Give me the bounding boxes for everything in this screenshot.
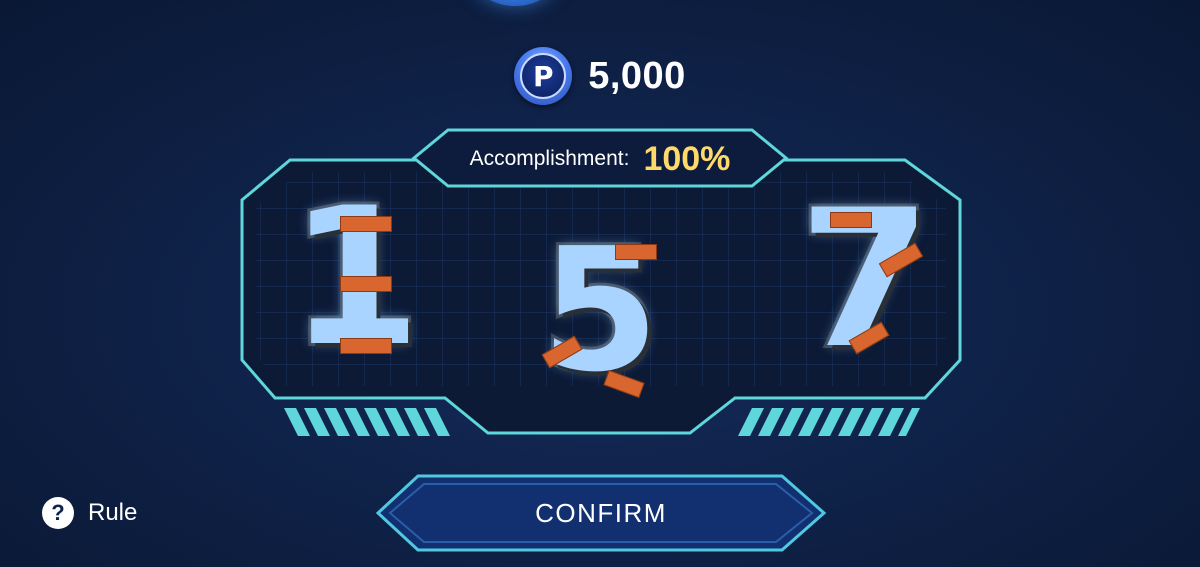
stripes-right bbox=[738, 408, 920, 436]
digit-bracket bbox=[830, 212, 872, 228]
confirm-label[interactable]: CONFIRM bbox=[376, 474, 826, 552]
accomplishment-value: 100% bbox=[643, 139, 731, 178]
digit-bracket bbox=[340, 216, 392, 232]
digit-bracket bbox=[340, 338, 392, 354]
accomplishment-row: Accomplishment: 100% bbox=[420, 134, 780, 184]
digit-bracket bbox=[340, 276, 392, 292]
rule-button[interactable]: ? Rule bbox=[42, 497, 137, 529]
stripes-left bbox=[284, 408, 450, 436]
accomplishment-label: Accomplishment: bbox=[469, 147, 630, 170]
rule-label[interactable]: Rule bbox=[88, 499, 137, 527]
digit-slot-2: 5 bbox=[525, 223, 675, 399]
digit-bracket bbox=[615, 244, 657, 260]
digit-slot-1: 1 bbox=[286, 180, 424, 376]
digit-slot-3: 7 bbox=[790, 182, 940, 378]
confirm-button[interactable]: CONFIRM bbox=[376, 474, 826, 552]
question-icon[interactable]: ? bbox=[42, 497, 74, 529]
